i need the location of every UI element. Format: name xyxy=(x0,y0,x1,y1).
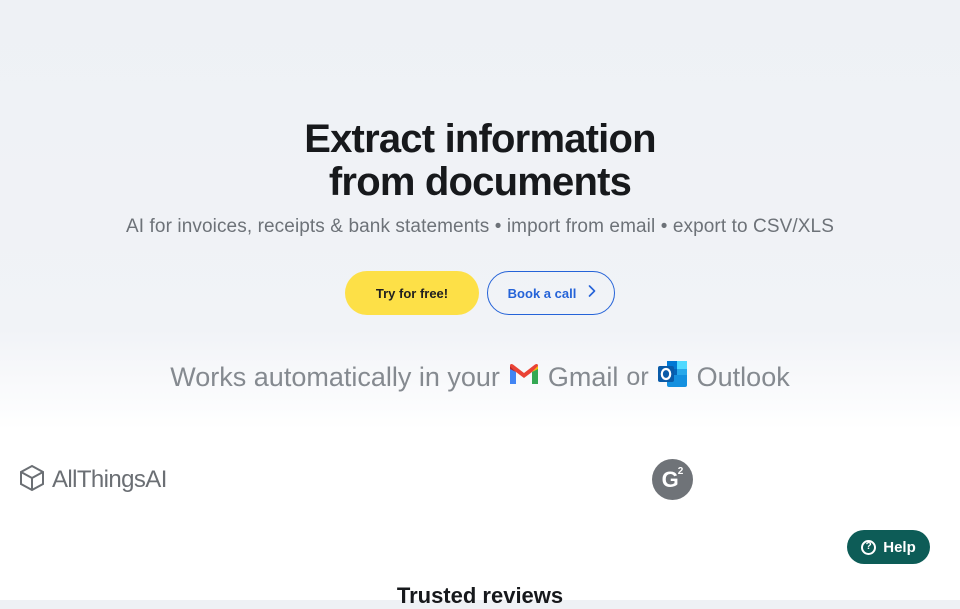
integrations-line: Works automatically in your Gmail or Out… xyxy=(0,359,960,395)
hero-title-line-2: from documents xyxy=(328,160,632,204)
chevron-right-icon xyxy=(588,285,596,301)
integrations-prefix: Works automatically in your xyxy=(170,361,500,392)
book-a-call-label: Book a call xyxy=(507,285,577,301)
g2-letter: G xyxy=(661,466,679,492)
g2-superscript: 2 xyxy=(677,466,684,477)
hero-title-line-1: Extract information xyxy=(304,117,656,161)
gmail-icon xyxy=(508,362,540,393)
help-button[interactable]: ? Help xyxy=(847,530,930,564)
hexagon-logo-icon xyxy=(18,464,46,497)
outlook-icon xyxy=(657,359,689,396)
try-for-free-label: Try for free! xyxy=(375,285,449,301)
try-for-free-button[interactable]: Try for free! xyxy=(345,271,479,315)
allthingsai-wordmark: AllThingsAI xyxy=(52,466,167,493)
g2-badge[interactable]: G2 xyxy=(652,459,693,500)
trusted-reviews-heading: Trusted reviews xyxy=(396,583,564,608)
outlook-label: Outlook xyxy=(696,361,790,392)
integrations-connector: or xyxy=(626,362,649,391)
hero-title: Extract information from documents xyxy=(0,118,960,204)
hero-subtitle: AI for invoices, receipts & bank stateme… xyxy=(126,216,834,237)
gmail-label: Gmail xyxy=(547,361,619,392)
allthingsai-logo[interactable]: AllThingsAI xyxy=(18,464,167,496)
book-a-call-button[interactable]: Book a call xyxy=(487,271,615,315)
help-label: Help xyxy=(883,538,916,556)
question-circle-icon: ? xyxy=(861,539,877,555)
